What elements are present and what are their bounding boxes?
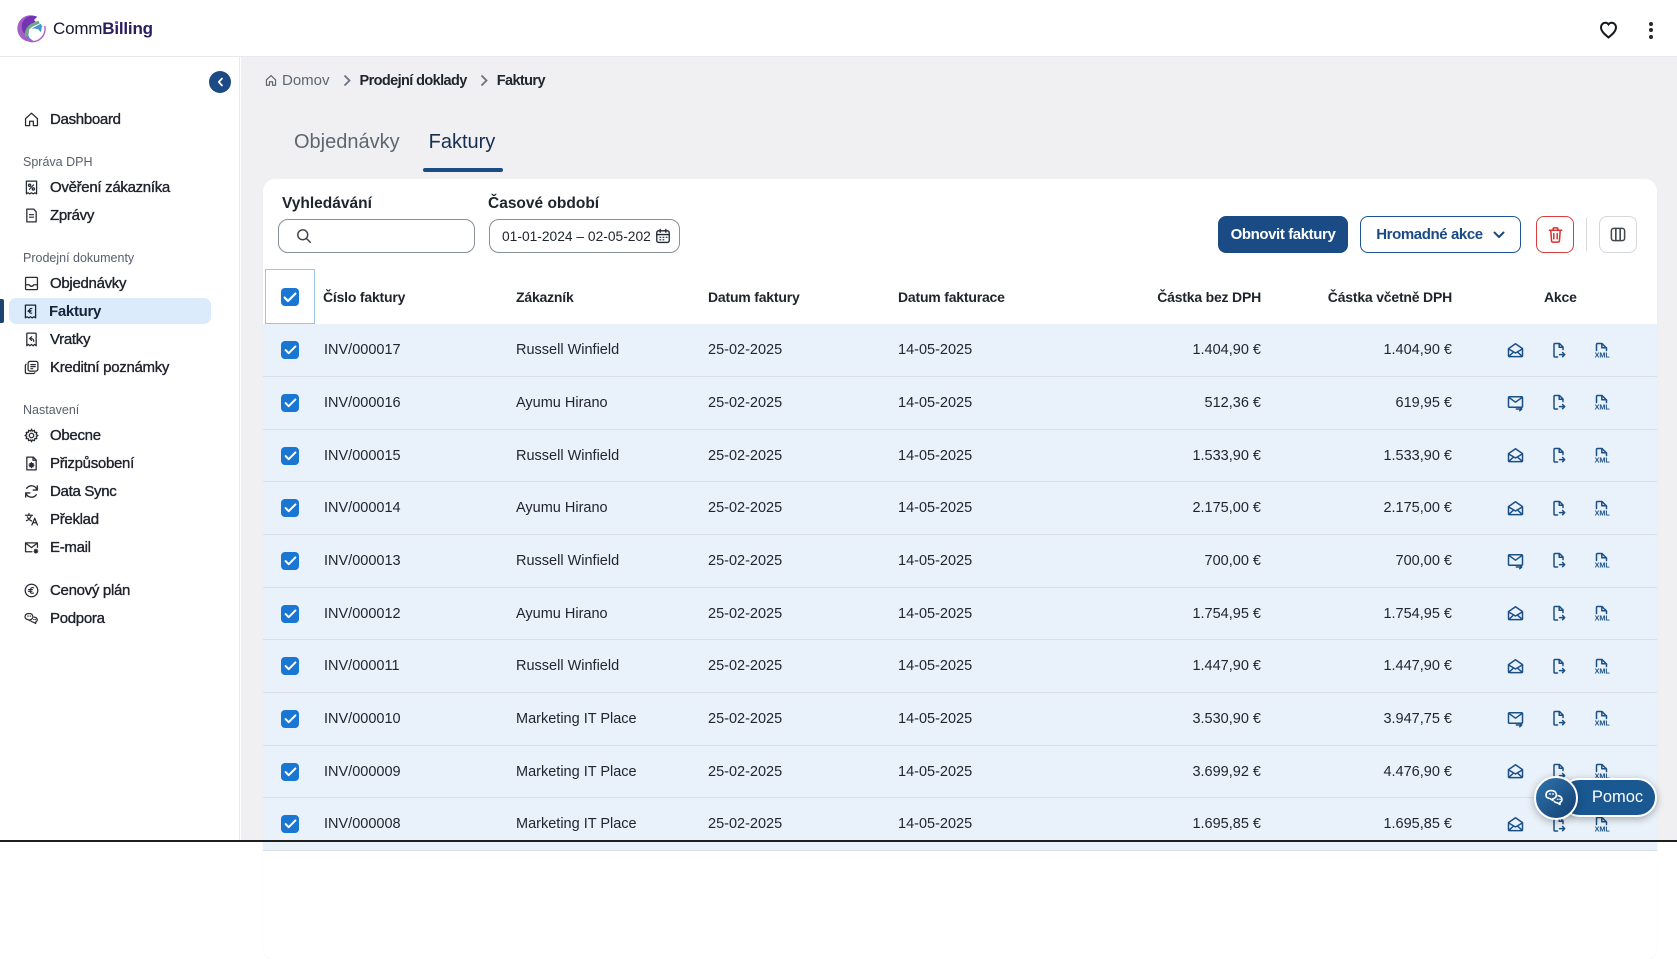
svg-text:XML: XML — [1595, 824, 1611, 833]
svg-text:XML: XML — [1595, 719, 1611, 728]
svg-text:XML: XML — [1595, 508, 1611, 517]
svg-text:XML: XML — [1595, 403, 1611, 412]
svg-text:XML: XML — [1595, 350, 1611, 359]
svg-text:XML: XML — [1595, 561, 1611, 570]
svg-text:XML: XML — [1595, 456, 1611, 465]
svg-text:XML: XML — [1595, 666, 1611, 675]
svg-text:XML: XML — [1595, 614, 1611, 623]
